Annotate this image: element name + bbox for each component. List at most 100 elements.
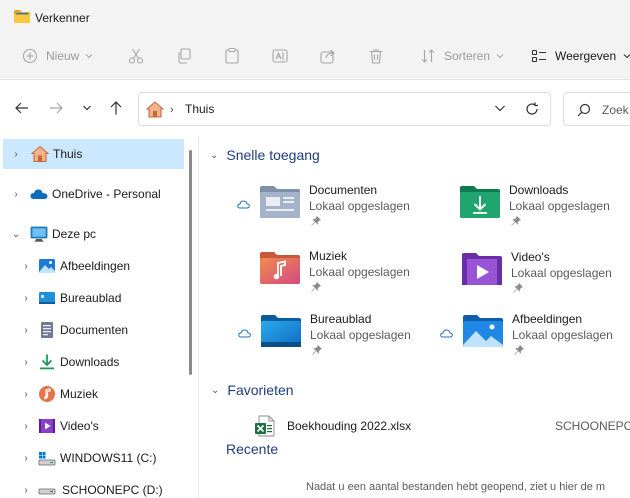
chevron-right-icon[interactable]: › bbox=[19, 357, 33, 368]
tile-status: Lokaal opgeslagen bbox=[511, 266, 612, 280]
breadcrumb[interactable]: Thuis bbox=[185, 102, 214, 116]
rename-button[interactable] bbox=[271, 43, 289, 69]
drive-d-icon bbox=[38, 488, 56, 495]
view-button[interactable]: Weergeven bbox=[531, 43, 630, 69]
back-button[interactable] bbox=[12, 98, 32, 118]
chevron-right-icon[interactable]: › bbox=[19, 485, 33, 496]
sidebar-item-thuis[interactable]: › Thuis bbox=[3, 139, 184, 169]
tile-status: Lokaal opgeslagen bbox=[309, 265, 410, 279]
documents-icon bbox=[41, 322, 53, 338]
copy-button[interactable] bbox=[175, 43, 193, 69]
folder-icon bbox=[14, 10, 30, 23]
cloud-icon bbox=[238, 329, 251, 338]
tile-name: Bureaublad bbox=[310, 312, 372, 326]
downloads-folder-icon bbox=[460, 186, 500, 218]
home-icon bbox=[146, 101, 164, 118]
documents-folder-icon bbox=[260, 186, 300, 218]
chevron-right-icon[interactable]: › bbox=[19, 293, 33, 304]
chevron-right-icon[interactable]: › bbox=[19, 421, 33, 432]
cut-button[interactable] bbox=[127, 43, 145, 69]
address-field[interactable]: › Thuis bbox=[138, 92, 551, 126]
favorite-file-name: Boekhouding 2022.xlsx bbox=[287, 419, 412, 433]
arrow-left-icon bbox=[15, 102, 28, 114]
pictures-icon bbox=[39, 259, 55, 273]
sidebar-item-documenten[interactable]: › Documenten bbox=[3, 315, 184, 345]
tile-status: Lokaal opgeslagen bbox=[309, 199, 410, 213]
sidebar-item-label: Afbeeldingen bbox=[60, 259, 131, 273]
sidebar-item-deze-pc[interactable]: ⌄ Deze pc bbox=[3, 219, 184, 249]
quick-access-tile-documenten[interactable]: Documenten Lokaal opgeslagen bbox=[237, 183, 427, 241]
quick-access-tile-bureaublad[interactable]: Bureaublad Lokaal opgeslagen bbox=[238, 312, 428, 370]
paste-button[interactable] bbox=[223, 43, 241, 69]
chevron-right-icon[interactable]: › bbox=[9, 189, 23, 200]
downloads-icon bbox=[40, 354, 54, 370]
favorite-item[interactable]: Boekhouding 2022.xlsx SCHOONEPC bbox=[254, 413, 630, 439]
pictures-folder-icon bbox=[463, 315, 503, 347]
rename-icon bbox=[272, 49, 288, 63]
quick-access-tile-afbeeldingen[interactable]: Afbeeldingen Lokaal opgeslagen bbox=[440, 312, 630, 370]
refresh-icon[interactable] bbox=[525, 102, 539, 116]
music-icon bbox=[39, 386, 55, 402]
quick-access-header[interactable]: ⌄ Snelle toegang bbox=[210, 147, 320, 163]
view-button-label: Weergeven bbox=[555, 49, 617, 63]
delete-button[interactable] bbox=[367, 43, 385, 69]
chevron-down-icon[interactable]: ⌄ bbox=[9, 229, 23, 240]
tile-name: Afbeeldingen bbox=[512, 312, 583, 326]
recent-header[interactable]: Recente bbox=[226, 441, 278, 457]
chevron-right-icon[interactable]: › bbox=[9, 149, 23, 160]
sidebar-item-label: SCHOONEPC (D:) bbox=[62, 483, 163, 497]
sidebar-item-label: WINDOWS11 (C:) bbox=[60, 451, 157, 465]
home-icon bbox=[31, 145, 49, 162]
arrow-up-icon bbox=[110, 101, 122, 115]
share-button[interactable] bbox=[319, 43, 337, 69]
cloud-icon bbox=[440, 329, 453, 338]
chevron-down-icon bbox=[86, 54, 93, 59]
quick-access-tile-videos[interactable]: Video's Lokaal opgeslagen bbox=[439, 250, 629, 308]
chevron-right-icon[interactable]: › bbox=[19, 261, 33, 272]
sidebar-item-bureaublad[interactable]: › Bureaublad bbox=[3, 283, 184, 313]
recent-empty-message: Nadat u een aantal bestanden hebt geopen… bbox=[306, 481, 606, 493]
quick-access-title: Snelle toegang bbox=[226, 147, 320, 163]
arrow-right-icon bbox=[50, 102, 63, 114]
favorites-header[interactable]: ⌄ Favorieten bbox=[211, 382, 294, 398]
search-icon bbox=[577, 103, 591, 117]
sidebar-item-label: Bureaublad bbox=[60, 291, 122, 305]
title-bar: Verkenner bbox=[0, 0, 630, 34]
forward-button[interactable] bbox=[46, 98, 66, 118]
sidebar-item-downloads[interactable]: › Downloads bbox=[3, 347, 184, 377]
sidebar-item-label: Thuis bbox=[53, 147, 83, 161]
up-button[interactable] bbox=[106, 98, 126, 118]
tile-name: Video's bbox=[511, 250, 550, 264]
sidebar-item-drive-d[interactable]: › SCHOONEPC (D:) bbox=[3, 475, 184, 498]
sidebar-item-label: Video's bbox=[60, 419, 99, 433]
desktop-icon bbox=[39, 292, 55, 304]
chevron-right-icon[interactable]: › bbox=[19, 453, 33, 464]
quick-access-tile-muziek[interactable]: Muziek Lokaal opgeslagen bbox=[237, 249, 427, 307]
pin-icon bbox=[312, 345, 322, 355]
pin-icon bbox=[311, 216, 321, 226]
sidebar-item-onedrive[interactable]: › OneDrive - Personal bbox=[3, 179, 184, 209]
window-title: Verkenner bbox=[35, 11, 90, 25]
sidebar-item-videos[interactable]: › Video's bbox=[3, 411, 184, 441]
chevron-right-icon[interactable]: › bbox=[19, 389, 33, 400]
desktop-folder-icon bbox=[261, 315, 301, 347]
sidebar-item-label: Downloads bbox=[60, 355, 120, 369]
sidebar-item-drive-c[interactable]: › WINDOWS11 (C:) bbox=[3, 443, 184, 473]
search-field[interactable]: Zoek bbox=[563, 92, 630, 126]
chevron-down-icon[interactable] bbox=[494, 103, 506, 113]
sidebar-scrollbar[interactable] bbox=[189, 150, 192, 375]
sidebar-item-label: Deze pc bbox=[52, 227, 97, 241]
new-button[interactable]: Nieuw bbox=[22, 43, 93, 69]
sort-button[interactable]: Sorteren bbox=[420, 43, 504, 69]
sidebar-item-afbeeldingen[interactable]: › Afbeeldingen bbox=[3, 251, 184, 281]
tile-name: Downloads bbox=[509, 183, 569, 197]
recent-locations-button[interactable] bbox=[77, 98, 97, 118]
tile-status: Lokaal opgeslagen bbox=[512, 328, 613, 342]
sidebar-item-muziek[interactable]: › Muziek bbox=[3, 379, 184, 409]
quick-access-tile-downloads[interactable]: Downloads Lokaal opgeslagen bbox=[437, 183, 627, 241]
tile-name: Documenten bbox=[309, 183, 378, 197]
chevron-right-icon[interactable]: › bbox=[19, 325, 33, 336]
breadcrumb-chevron: › bbox=[170, 104, 174, 116]
music-folder-icon bbox=[260, 252, 300, 284]
sort-button-label: Sorteren bbox=[444, 49, 491, 63]
